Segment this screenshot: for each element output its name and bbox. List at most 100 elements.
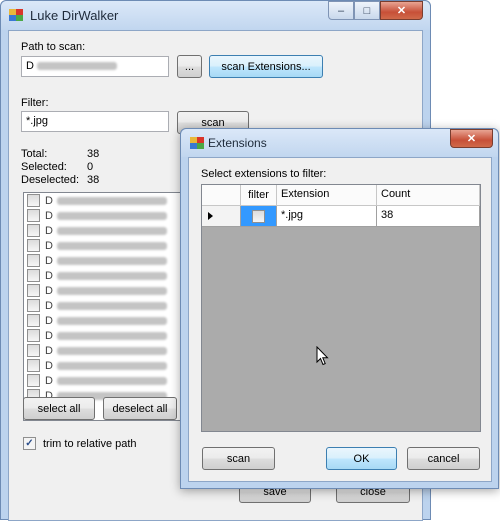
total-value: 38	[87, 148, 100, 160]
redacted-text	[56, 271, 167, 280]
item-checkbox[interactable]	[27, 239, 40, 252]
item-checkbox[interactable]	[27, 314, 40, 327]
row-header-corner	[202, 185, 241, 206]
app-icon	[9, 9, 23, 22]
redacted-path	[37, 62, 118, 71]
item-text: D	[45, 284, 53, 297]
path-input[interactable]: D	[21, 56, 169, 77]
path-input-value: D	[26, 60, 34, 72]
item-checkbox[interactable]	[27, 374, 40, 387]
item-text: D	[45, 359, 53, 372]
trim-checkbox[interactable]: ✓	[23, 437, 36, 450]
item-text: D	[45, 344, 53, 357]
item-checkbox[interactable]	[27, 359, 40, 372]
deselected-label: Deselected:	[21, 174, 80, 186]
item-checkbox[interactable]	[27, 224, 40, 237]
select-all-button[interactable]: select all	[23, 397, 95, 420]
table-row[interactable]: *.jpg 38	[202, 206, 480, 227]
item-text: D	[45, 314, 53, 327]
dialog-caption-buttons: ✕	[450, 129, 493, 148]
list-item[interactable]: D	[24, 313, 184, 328]
file-checklist[interactable]: D D D D D D D D D D D D D D	[23, 192, 185, 421]
main-titlebar[interactable]: Luke DirWalker – □ ✕	[1, 1, 430, 30]
item-text: D	[45, 239, 53, 252]
dialog-app-icon	[190, 137, 204, 150]
maximize-button[interactable]: □	[354, 1, 380, 20]
list-item[interactable]: D	[24, 253, 184, 268]
total-label: Total:	[21, 148, 48, 160]
dialog-title: Extensions	[208, 136, 267, 150]
item-checkbox[interactable]	[27, 299, 40, 312]
dialog-scan-button[interactable]: scan	[202, 447, 275, 470]
redacted-text	[56, 286, 167, 295]
list-item[interactable]: D	[24, 283, 184, 298]
filter-label: Filter:	[21, 97, 49, 109]
redacted-text	[56, 316, 167, 325]
item-text: D	[45, 209, 53, 222]
redacted-text	[56, 376, 167, 385]
redacted-text	[56, 241, 167, 250]
deselect-all-button[interactable]: deselect all	[103, 397, 177, 420]
close-window-button[interactable]: ✕	[380, 1, 423, 20]
redacted-text	[56, 361, 167, 370]
dialog-close-button[interactable]: ✕	[450, 129, 493, 148]
current-row-arrow-icon	[208, 212, 213, 220]
item-checkbox[interactable]	[27, 269, 40, 282]
redacted-text	[56, 301, 167, 310]
filter-checkbox[interactable]	[252, 209, 265, 223]
trim-option[interactable]: ✓ trim to relative path	[23, 437, 137, 450]
item-text: D	[45, 254, 53, 267]
row-selector[interactable]	[202, 206, 241, 227]
list-item[interactable]: D	[24, 268, 184, 283]
list-item[interactable]: D	[24, 238, 184, 253]
cancel-button[interactable]: cancel	[407, 447, 480, 470]
item-checkbox[interactable]	[27, 284, 40, 297]
list-item[interactable]: D	[24, 208, 184, 223]
item-text: D	[45, 299, 53, 312]
extensions-dialog: Extensions ✕ Select extensions to filter…	[180, 128, 499, 489]
count-cell[interactable]: 38	[377, 206, 480, 227]
column-header-count[interactable]: Count	[377, 185, 480, 206]
item-text: D	[45, 224, 53, 237]
dialog-titlebar[interactable]: Extensions ✕	[181, 129, 498, 157]
list-item[interactable]: D	[24, 298, 184, 313]
item-text: D	[45, 329, 53, 342]
deselected-value: 38	[87, 174, 100, 186]
filter-input[interactable]: *.jpg	[21, 111, 169, 132]
item-checkbox[interactable]	[27, 254, 40, 267]
redacted-text	[56, 346, 167, 355]
list-item[interactable]: D	[24, 193, 184, 208]
list-item[interactable]: D	[24, 373, 184, 388]
item-checkbox[interactable]	[27, 329, 40, 342]
item-text: D	[45, 269, 53, 282]
ok-button[interactable]: OK	[326, 447, 397, 470]
list-item[interactable]: D	[24, 343, 184, 358]
caption-buttons: – □ ✕	[328, 1, 423, 20]
redacted-text	[56, 256, 167, 265]
extensions-grid[interactable]: filter Extension Count *.jpg 38	[201, 184, 481, 432]
dialog-prompt: Select extensions to filter:	[201, 168, 327, 180]
item-text: D	[45, 194, 53, 207]
dialog-client-area: Select extensions to filter: filter Exte…	[188, 157, 492, 482]
trim-label: trim to relative path	[43, 437, 137, 450]
item-checkbox[interactable]	[27, 344, 40, 357]
list-item[interactable]: D	[24, 328, 184, 343]
item-checkbox[interactable]	[27, 194, 40, 207]
list-item[interactable]: D	[24, 358, 184, 373]
scan-extensions-button[interactable]: scan Extensions...	[209, 55, 323, 78]
redacted-text	[56, 331, 167, 340]
browse-button[interactable]: ...	[177, 55, 202, 78]
column-header-filter[interactable]: filter	[241, 185, 277, 206]
extension-cell[interactable]: *.jpg	[277, 206, 377, 227]
minimize-button[interactable]: –	[328, 1, 354, 20]
item-text: D	[45, 374, 53, 387]
window-title: Luke DirWalker	[30, 8, 119, 23]
list-item[interactable]: D	[24, 223, 184, 238]
grid-header: filter Extension Count	[202, 185, 480, 206]
filter-cell[interactable]	[241, 206, 277, 227]
item-checkbox[interactable]	[27, 209, 40, 222]
selected-label: Selected:	[21, 161, 67, 173]
path-label: Path to scan:	[21, 41, 86, 53]
redacted-text	[56, 211, 167, 220]
column-header-extension[interactable]: Extension	[277, 185, 377, 206]
